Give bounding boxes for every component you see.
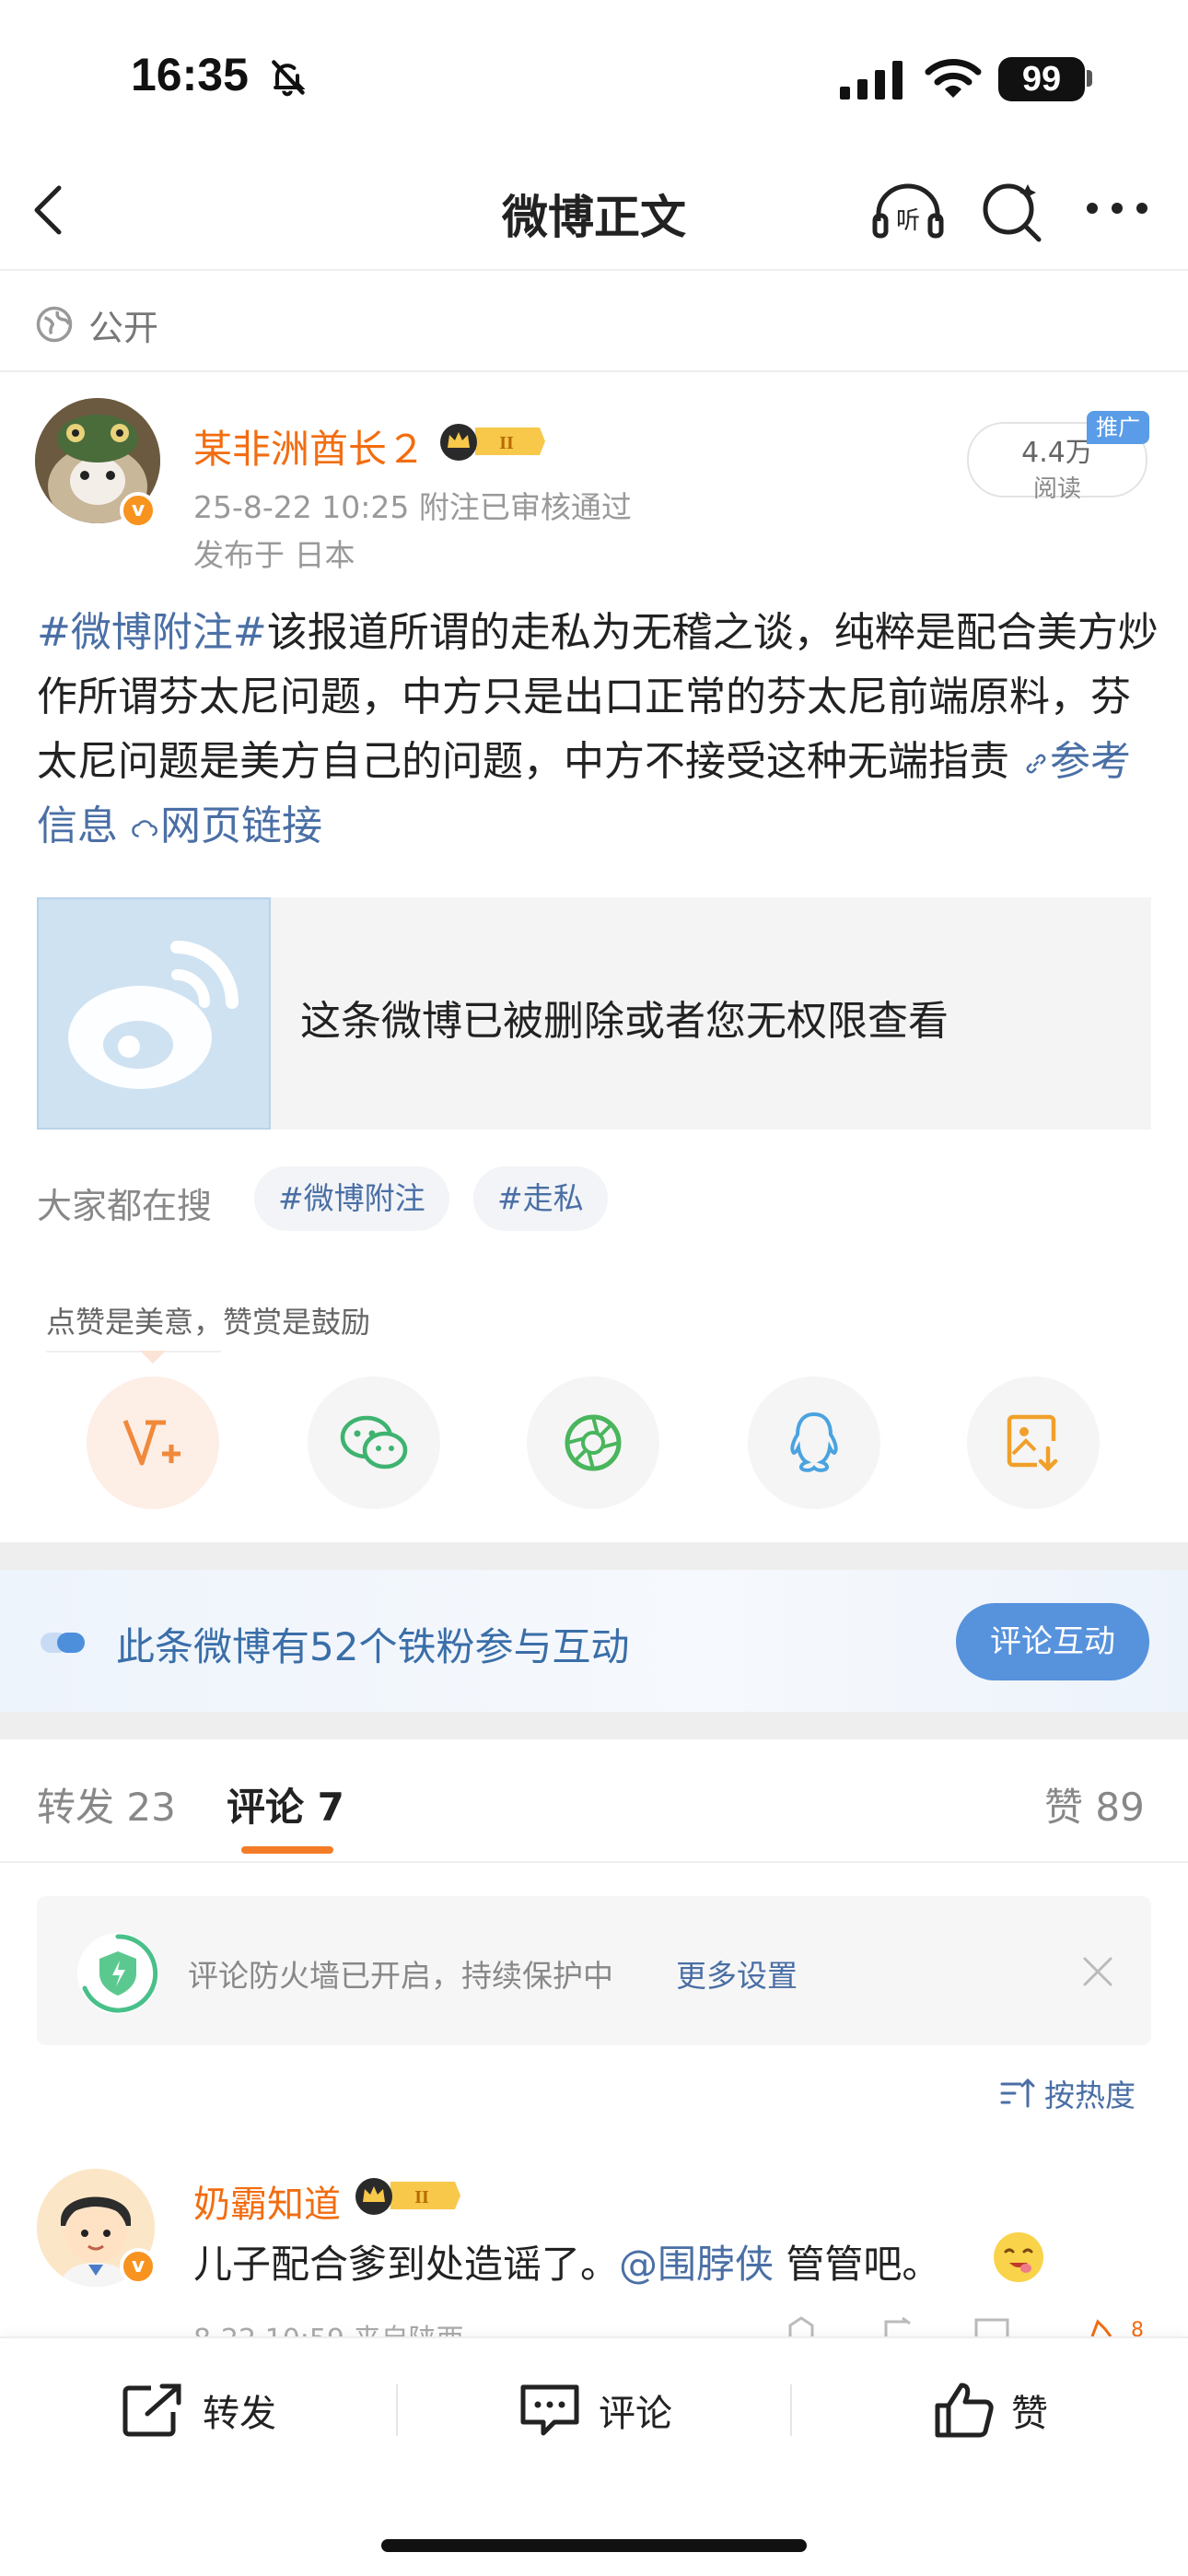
share-moments-button[interactable] — [527, 1376, 659, 1509]
firewall-settings-link[interactable]: 更多设置 — [676, 1951, 798, 1996]
svg-text:II: II — [414, 2187, 429, 2207]
close-icon[interactable] — [1081, 1955, 1114, 1988]
verified-badge-icon: v — [120, 2248, 157, 2285]
bell-off-icon — [272, 60, 306, 97]
weibo-logo-thumbnail — [37, 897, 271, 1130]
comment-button[interactable]: 评论 — [518, 2373, 672, 2447]
tab-active-indicator — [241, 1846, 333, 1854]
trending-search-label: 大家都在搜 — [37, 1186, 213, 1226]
web-link[interactable]: 网页链接 — [131, 802, 322, 849]
globe-icon — [36, 306, 73, 343]
comment-text-before: 儿子配合爹到处造谣了。 — [193, 2242, 620, 2287]
verified-badge-icon: v — [120, 492, 157, 529]
moments-aperture-icon — [565, 1414, 622, 1471]
firewall-text: 评论防火墙已开启，持续保护中 — [188, 1958, 613, 1994]
link-icon — [1026, 754, 1046, 774]
post-topic-tag[interactable]: #微博附注# — [37, 609, 267, 656]
tooltip-caret-icon — [140, 1351, 166, 1364]
reward-tip: 点赞是美意，赞赏是鼓励 — [46, 1305, 371, 1340]
shield-bolt-icon — [77, 1933, 158, 2014]
nav-divider — [0, 269, 1188, 271]
promo-tag[interactable]: 推广 — [1087, 411, 1149, 444]
battery-indicator: 99 — [998, 57, 1085, 101]
search-chip[interactable]: #微博附注 — [254, 1166, 449, 1231]
share-wechat-button[interactable] — [308, 1376, 440, 1509]
comment-label: 评论 — [599, 2393, 672, 2435]
battery-tip — [1087, 70, 1092, 87]
section-separator — [0, 1712, 1188, 1739]
commenter-name[interactable]: 奶霸知道 — [193, 2174, 341, 2228]
sort-label: 按热度 — [1044, 2078, 1136, 2113]
save-image-icon — [1007, 1414, 1058, 1472]
listen-headphone-icon[interactable]: 听 — [871, 181, 945, 240]
search-chip[interactable]: #走私 — [473, 1166, 608, 1231]
comment-interact-button[interactable]: 评论互动 — [956, 1603, 1149, 1680]
reward-button[interactable] — [87, 1376, 219, 1509]
deleted-message: 这条微博已被删除或者您无权限查看 — [300, 998, 949, 1045]
like-label: 赞 — [1011, 2393, 1048, 2435]
svg-text:II: II — [499, 433, 514, 453]
more-icon[interactable] — [1085, 197, 1149, 219]
wechat-icon — [340, 1415, 408, 1469]
author-name[interactable]: 某非洲酋长２ — [193, 418, 425, 474]
visibility-row: 公开 — [35, 299, 158, 350]
vip-crown-badge-icon[interactable]: II — [354, 2174, 462, 2217]
yummy-emoji-icon — [994, 2232, 1043, 2282]
thumbs-up-icon — [935, 2383, 994, 2438]
weibo-logo-icon — [68, 941, 239, 1089]
home-indicator[interactable] — [381, 2539, 807, 2552]
status-time: 16:35 — [131, 49, 249, 100]
repost-icon — [122, 2383, 181, 2437]
tab-like[interactable]: 赞 89 — [1044, 1776, 1145, 1832]
reward-tip-underline — [46, 1351, 221, 1352]
bar-separator — [396, 2384, 398, 2436]
cloud-link-icon — [132, 820, 157, 837]
share-qq-button[interactable] — [748, 1376, 880, 1509]
comment-text: 儿子配合爹到处造谣了。@围脖侠 管管吧。 — [193, 2233, 940, 2289]
comment-action-icons[interactable]: 8 — [783, 2316, 1151, 2336]
section-separator — [0, 1542, 1188, 1570]
svg-text:8: 8 — [1131, 2319, 1144, 2336]
sort-icon — [1000, 2078, 1035, 2108]
comment-text-after: 管管吧。 — [774, 2242, 941, 2287]
post-body: #微博附注#该报道所谓的走私为无稽之谈，纯粹是配合美方炒作所谓芬太尼问题，中方只… — [37, 601, 1160, 859]
repost-label: 转发 — [203, 2393, 276, 2435]
bar-separator — [790, 2384, 792, 2436]
svg-text:听: 听 — [896, 207, 920, 235]
visibility-label: 公开 — [88, 307, 159, 348]
section-divider — [0, 370, 1188, 372]
wifi-icon — [925, 59, 982, 98]
comment-mention[interactable]: @围脖侠 — [619, 2242, 774, 2287]
fan-interaction-text: 此条微博有52个铁粉参与互动 — [116, 1624, 630, 1669]
comment-meta: 8-22 10:59 来自陕西 — [193, 2316, 464, 2336]
post-location: 发布于 日本 — [193, 537, 355, 573]
post-meta: 25-8-22 10:25 附注已审核通过 — [193, 489, 632, 525]
tab-comment[interactable]: 评论 7 — [227, 1776, 344, 1832]
reward-v-plus-icon — [122, 1420, 181, 1466]
tab-repost[interactable]: 转发 23 — [37, 1776, 176, 1832]
sort-by-hot-button[interactable]: 按热度 — [1000, 2071, 1136, 2115]
signal-icon — [840, 61, 903, 100]
repost-button[interactable]: 转发 — [122, 2373, 276, 2447]
vip-crown-badge-icon[interactable]: II — [438, 420, 547, 463]
read-label: 阅读 — [1032, 475, 1081, 503]
fan-badge-icon — [41, 1633, 85, 1653]
save-image-button[interactable] — [967, 1376, 1100, 1509]
comment-bubble-icon — [520, 2384, 579, 2436]
tab-divider — [0, 1861, 1188, 1863]
search-icon[interactable] — [980, 179, 1044, 243]
qq-penguin-icon — [790, 1411, 838, 1472]
like-button[interactable]: 赞 — [934, 2373, 1048, 2447]
web-link-label: 网页链接 — [160, 802, 322, 849]
